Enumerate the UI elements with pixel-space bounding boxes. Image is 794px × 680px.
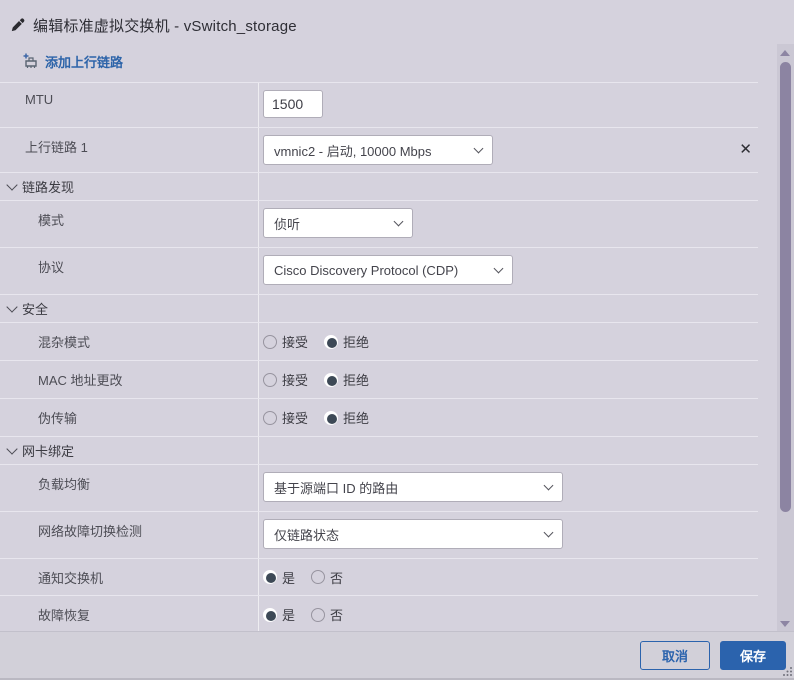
vswitch-form: MTU 上行链路 1 vmnic2 - 启动, 10000 Mbps ✕ 链路发… (0, 82, 758, 633)
radio-circle-icon (263, 570, 277, 584)
radio-circle-icon (311, 570, 326, 584)
form-row-mtu: MTU (0, 82, 758, 127)
form-row-failover-detection: 网络故障切换检测 仅链路状态 (0, 511, 758, 558)
notify-switches-label: 通知交换机 (38, 570, 104, 586)
notify-switches-no-radio[interactable]: 否 (311, 568, 343, 587)
notify-switches-yes-radio[interactable]: 是 (263, 568, 295, 587)
section-nic-teaming-title: 网卡绑定 (22, 444, 75, 459)
dialog-title-bar: 编辑标准虚拟交换机 - vSwitch_storage (0, 0, 794, 40)
chevron-down-icon (6, 442, 18, 455)
uplink1-value: vmnic2 - 启动, 10000 Mbps (274, 143, 432, 159)
failover-detection-value: 仅链路状态 (274, 527, 340, 543)
chevron-down-icon (543, 480, 554, 491)
form-row-promiscuous: 混杂模式 接受 拒绝 (0, 322, 758, 360)
radio-circle-icon (324, 334, 339, 349)
remove-uplink-icon[interactable]: ✕ (739, 135, 752, 165)
uplink1-select[interactable]: vmnic2 - 启动, 10000 Mbps (263, 135, 493, 165)
mac-changes-label: MAC 地址更改 (38, 373, 123, 388)
form-row-protocol: 协议 Cisco Discovery Protocol (CDP) (0, 247, 758, 294)
dialog-title: 编辑标准虚拟交换机 - vSwitch_storage (33, 17, 297, 35)
form-row-failback: 故障恢复 是 否 (0, 595, 758, 633)
chevron-down-icon (393, 216, 404, 227)
load-balancing-value: 基于源端口 ID 的路由 (274, 480, 399, 496)
form-row-load-balancing: 负载均衡 基于源端口 ID 的路由 (0, 464, 758, 511)
add-uplink-button[interactable]: 添加上行链路 (22, 52, 123, 71)
section-security-title: 安全 (22, 302, 49, 317)
radio-circle-icon (263, 334, 277, 349)
radio-circle-icon (263, 607, 277, 622)
promiscuous-accept-radio[interactable]: 接受 (263, 332, 308, 351)
failover-detection-select[interactable]: 仅链路状态 (263, 519, 563, 549)
form-row-notify-switches: 通知交换机 是 否 (0, 558, 758, 595)
resize-grip-icon[interactable] (782, 666, 793, 677)
section-nic-teaming[interactable]: 网卡绑定 (0, 436, 758, 464)
scroll-up-arrow-icon[interactable] (780, 50, 790, 56)
mtu-input[interactable] (263, 90, 323, 118)
load-balancing-label: 负载均衡 (38, 477, 91, 492)
failback-no-radio[interactable]: 否 (311, 605, 343, 624)
chevron-down-icon (473, 143, 484, 154)
radio-circle-icon (311, 607, 326, 622)
radio-circle-icon (263, 372, 277, 387)
chevron-down-icon (6, 178, 18, 191)
chevron-down-icon (493, 263, 504, 274)
chevron-down-icon (543, 527, 554, 538)
dialog-footer: 取消 保存 (0, 631, 794, 678)
mode-value: 侦听 (274, 216, 301, 232)
edit-vswitch-dialog: 编辑标准虚拟交换机 - vSwitch_storage 添加上行链路 MTU 上… (0, 0, 794, 680)
mtu-label: MTU (25, 92, 54, 107)
uplink1-label: 上行链路 1 (25, 140, 88, 155)
section-link-discovery[interactable]: 链路发现 (0, 172, 758, 200)
forged-transmits-reject-radio[interactable]: 拒绝 (324, 408, 369, 427)
form-row-mac-changes: MAC 地址更改 接受 拒绝 (0, 360, 758, 398)
radio-circle-icon (324, 372, 339, 387)
vertical-scrollbar[interactable] (777, 44, 794, 633)
protocol-value: Cisco Discovery Protocol (CDP) (274, 262, 459, 278)
add-uplink-icon (23, 53, 37, 68)
mode-label: 模式 (38, 213, 65, 228)
save-button[interactable]: 保存 (720, 640, 786, 670)
protocol-select[interactable]: Cisco Discovery Protocol (CDP) (263, 255, 513, 285)
cancel-button[interactable]: 取消 (640, 640, 710, 670)
failback-label: 故障恢复 (38, 608, 91, 623)
form-row-mode: 模式 侦听 (0, 200, 758, 247)
promiscuous-label: 混杂模式 (38, 335, 91, 350)
mac-changes-reject-radio[interactable]: 拒绝 (324, 370, 369, 389)
form-row-forged-transmits: 伪传输 接受 拒绝 (0, 398, 758, 436)
edit-pencil-icon (11, 18, 25, 31)
section-security[interactable]: 安全 (0, 294, 758, 322)
forged-transmits-accept-radio[interactable]: 接受 (263, 408, 308, 427)
add-uplink-label: 添加上行链路 (45, 54, 124, 70)
section-link-discovery-title: 链路发现 (22, 180, 75, 195)
dialog-toolbar: 添加上行链路 (0, 40, 794, 82)
forged-transmits-label: 伪传输 (38, 411, 78, 426)
radio-circle-icon (324, 410, 339, 425)
protocol-label: 协议 (38, 260, 65, 275)
promiscuous-reject-radio[interactable]: 拒绝 (324, 332, 369, 351)
scroll-down-arrow-icon[interactable] (780, 621, 790, 627)
chevron-down-icon (6, 300, 18, 313)
load-balancing-select[interactable]: 基于源端口 ID 的路由 (263, 472, 563, 502)
scrollbar-thumb[interactable] (780, 62, 791, 512)
form-row-uplink1: 上行链路 1 vmnic2 - 启动, 10000 Mbps ✕ (0, 127, 758, 172)
mode-select[interactable]: 侦听 (263, 208, 413, 238)
mac-changes-accept-radio[interactable]: 接受 (263, 370, 308, 389)
failback-yes-radio[interactable]: 是 (263, 605, 295, 624)
failover-detection-label: 网络故障切换检测 (38, 524, 143, 539)
radio-circle-icon (263, 410, 277, 425)
